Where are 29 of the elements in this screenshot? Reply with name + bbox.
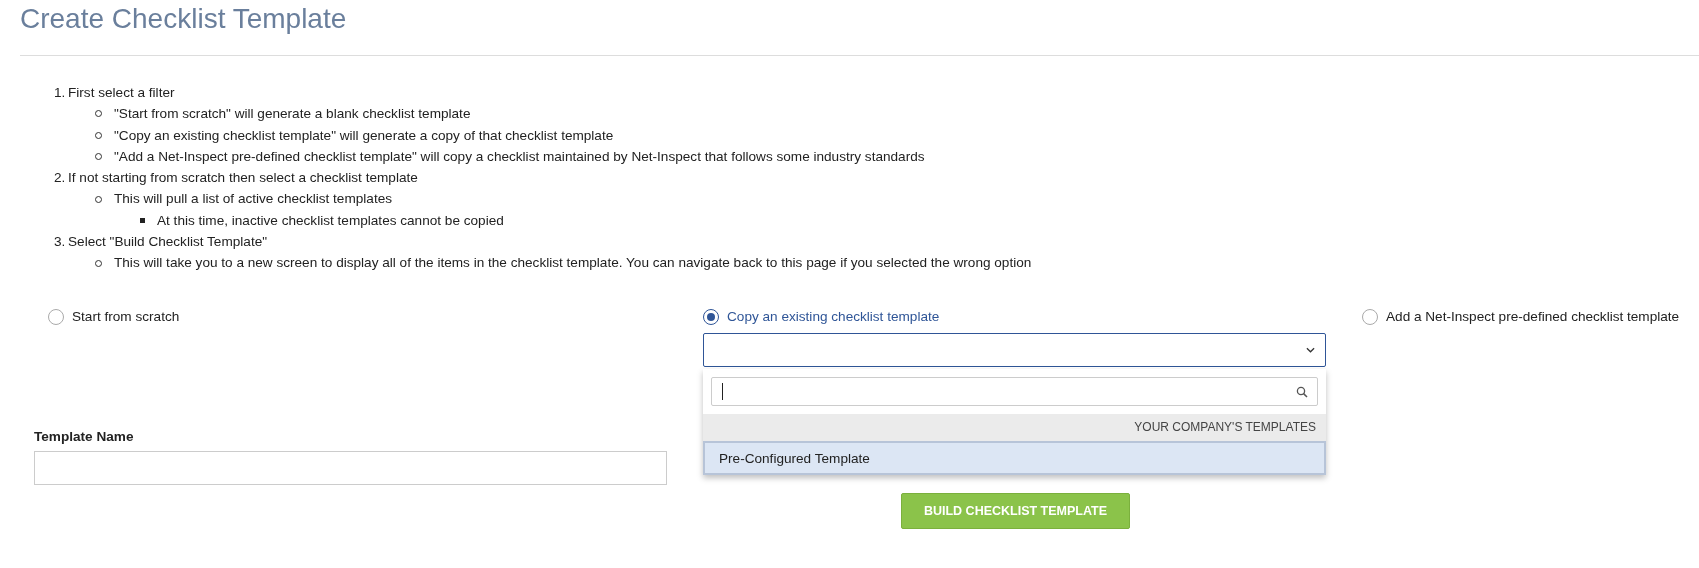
radio-label[interactable]: Copy an existing checklist template (727, 309, 940, 325)
instruction-text: "Add a Net-Inspect pre-defined checklist template" will copy a checklist maintained by Net-Inspect that follows some industry standards (114, 147, 925, 166)
instruction-text: Select "Build Checklist Template" (68, 233, 268, 252)
instruction-text: This will take you to a new screen to display all of the items in the checklist template. You can navigate back to this page if you selected the wrong option (114, 254, 1032, 273)
template-dropdown[interactable] (703, 332, 1326, 367)
group-header: YOUR COMPANY'S TEMPLATES (703, 413, 1326, 441)
radio-button[interactable] (703, 308, 719, 325)
instruction-text: At this time, inactive checklist templates cannot be copied (157, 211, 504, 230)
instruction-text: This will pull a list of active checklist templates (114, 190, 392, 209)
search-field[interactable] (711, 376, 1318, 406)
dropdown-option[interactable]: Pre-Configured Template (703, 440, 1326, 475)
template-name-field[interactable] (34, 450, 667, 485)
radio-label[interactable]: Add a Net-Inspect pre-defined checklist template (1386, 309, 1680, 325)
instruction-text: "Start from scratch" will generate a blank checklist template (114, 105, 471, 124)
page-title: Create Checklist Template (19, 2, 348, 36)
radio-button[interactable] (1362, 308, 1378, 325)
text-cursor (722, 382, 723, 400)
radio-button[interactable] (48, 308, 64, 325)
instruction-text: First select a filter (68, 84, 175, 102)
caret-icon (1306, 346, 1315, 353)
field-label: Template Name (34, 428, 135, 444)
square-bullet-icon (140, 217, 145, 223)
step-number: 1. (54, 84, 67, 102)
search-icon (1296, 385, 1308, 398)
step-number: 2. (54, 169, 67, 188)
step-number: 3. (54, 233, 67, 252)
instruction-text: If not starting from scratch then select a checklist template (68, 169, 418, 188)
radio-label[interactable]: Start from scratch (72, 309, 180, 325)
instruction-text: "Copy an existing checklist template" will generate a copy of that checklist template (114, 126, 614, 145)
